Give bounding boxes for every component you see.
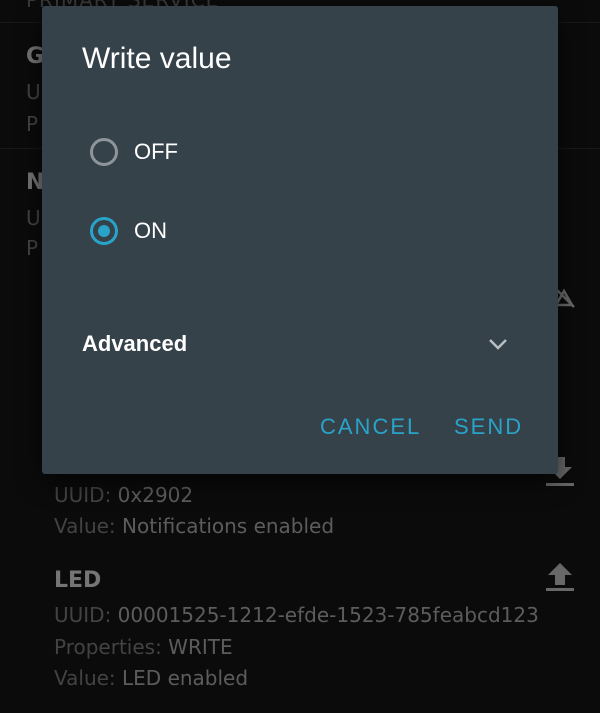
cancel-button[interactable]: CANCEL — [318, 410, 423, 444]
radio-option-on[interactable]: ON — [90, 211, 167, 251]
radio-option-off[interactable]: OFF — [90, 132, 178, 172]
dialog-title: Write value — [82, 42, 232, 75]
radio-button-on[interactable] — [90, 217, 118, 245]
chevron-down-icon[interactable] — [478, 324, 518, 364]
send-button[interactable]: SEND — [452, 410, 525, 444]
radio-button-off[interactable] — [90, 138, 118, 166]
write-value-dialog: Write value OFF ON Advanced CANCEL SEND — [42, 6, 558, 474]
advanced-toggle[interactable]: Advanced — [82, 324, 518, 364]
radio-label-off: OFF — [134, 139, 178, 164]
advanced-label: Advanced — [82, 331, 188, 356]
radio-label-on: ON — [134, 218, 167, 243]
